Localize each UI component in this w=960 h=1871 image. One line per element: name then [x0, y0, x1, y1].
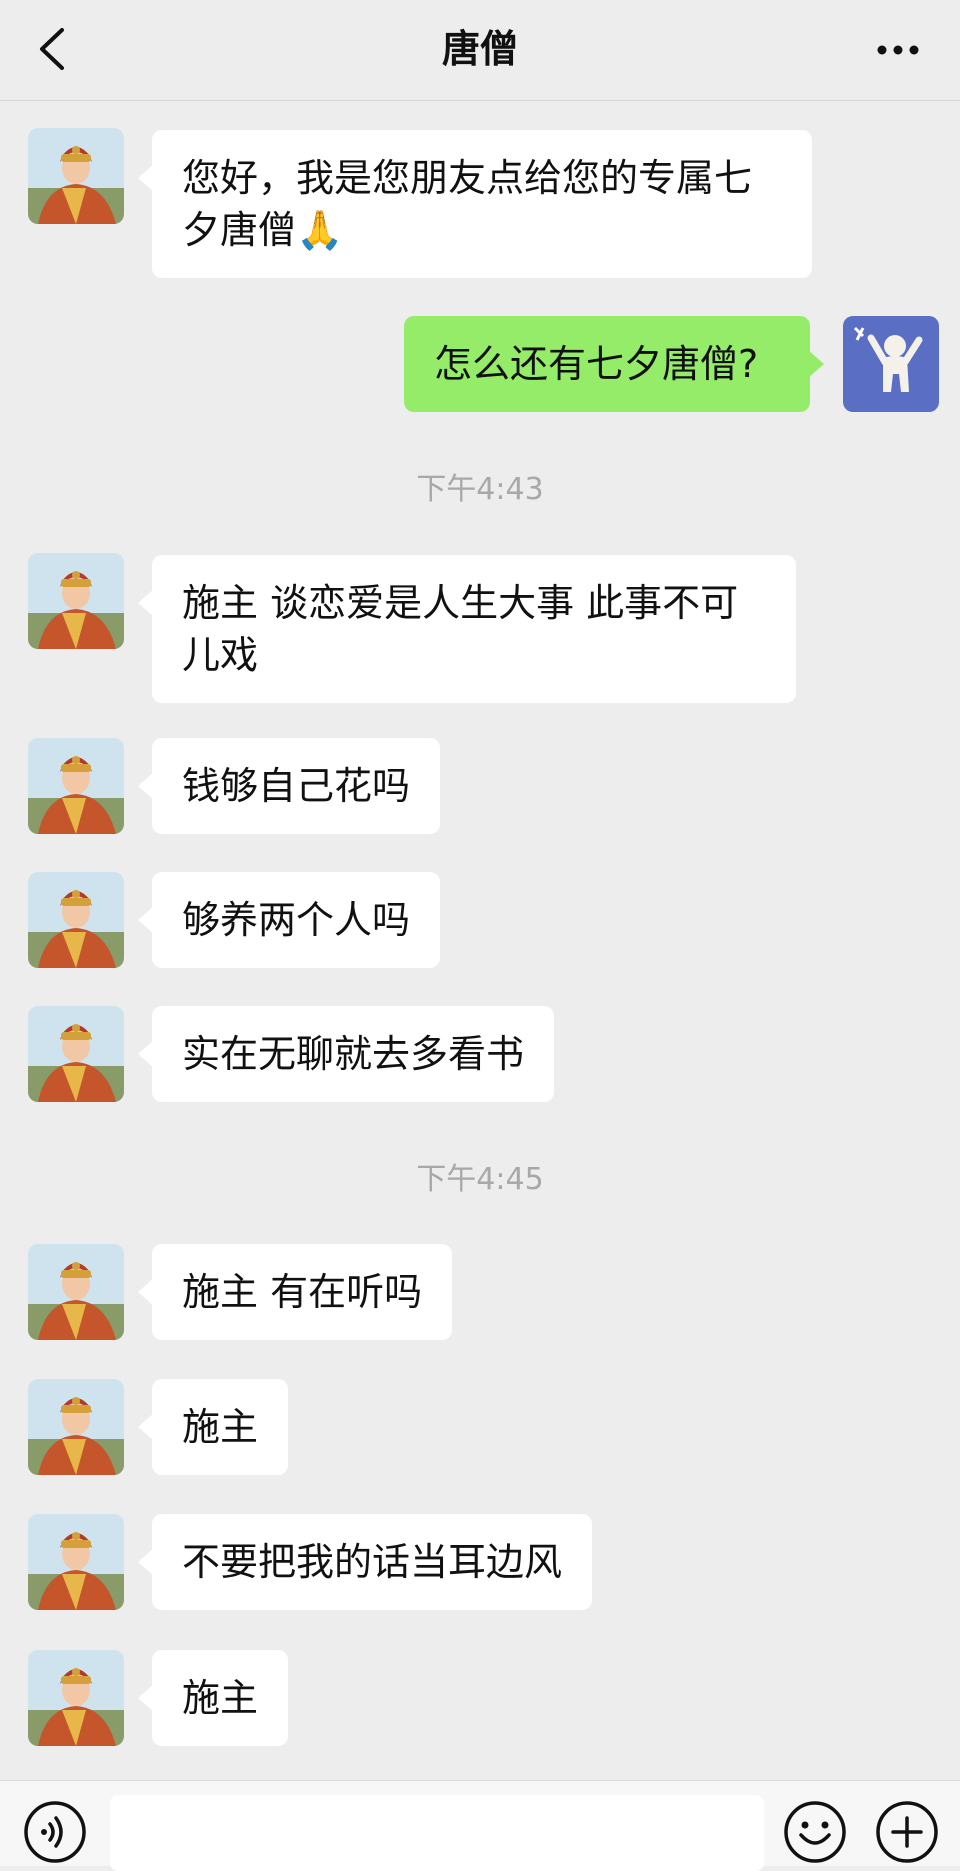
- chat-header: 唐僧: [0, 0, 960, 101]
- message-bubble-incoming[interactable]: 施主: [137, 1650, 289, 1746]
- contact-avatar[interactable]: [28, 553, 124, 649]
- timestamp: 下午4:45: [416, 1162, 544, 1197]
- message-input[interactable]: [110, 1795, 764, 1871]
- chat-title: 唐僧: [441, 27, 518, 71]
- contact-avatar[interactable]: [28, 1514, 124, 1610]
- message-bubble-incoming[interactable]: 施主 有在听吗: [137, 1244, 453, 1340]
- contact-avatar[interactable]: [28, 872, 124, 968]
- message-bubble-incoming[interactable]: 施主: [137, 1379, 289, 1475]
- input-bar: [0, 1780, 960, 1871]
- message-bubble-incoming[interactable]: 您好，我是您朋友点给您的专属七夕唐僧🙏: [138, 130, 812, 278]
- contact-avatar[interactable]: [28, 128, 124, 224]
- message-bubble-incoming[interactable]: 钱够自己花吗: [137, 738, 441, 834]
- contact-avatar[interactable]: [28, 1650, 124, 1746]
- plus-icon[interactable]: [874, 1799, 940, 1865]
- emoji-icon[interactable]: [782, 1799, 848, 1865]
- more-dots-icon[interactable]: [868, 30, 928, 70]
- contact-avatar[interactable]: [28, 738, 124, 834]
- contact-avatar[interactable]: [28, 1006, 124, 1102]
- message-bubble-incoming[interactable]: 施主 谈恋爱是人生大事 此事不可儿戏: [138, 555, 796, 703]
- timestamp: 下午4:43: [416, 472, 544, 507]
- message-bubble-outgoing[interactable]: 怎么还有七夕唐僧?: [404, 316, 824, 412]
- contact-avatar[interactable]: [28, 1244, 124, 1340]
- message-bubble-incoming[interactable]: 够养两个人吗: [137, 872, 441, 968]
- message-bubble-incoming[interactable]: 不要把我的话当耳边风: [137, 1514, 593, 1610]
- message-bubble-incoming[interactable]: 实在无聊就去多看书: [137, 1006, 555, 1102]
- voice-icon[interactable]: [22, 1799, 88, 1865]
- contact-avatar[interactable]: [28, 1379, 124, 1475]
- my-avatar[interactable]: [843, 316, 939, 412]
